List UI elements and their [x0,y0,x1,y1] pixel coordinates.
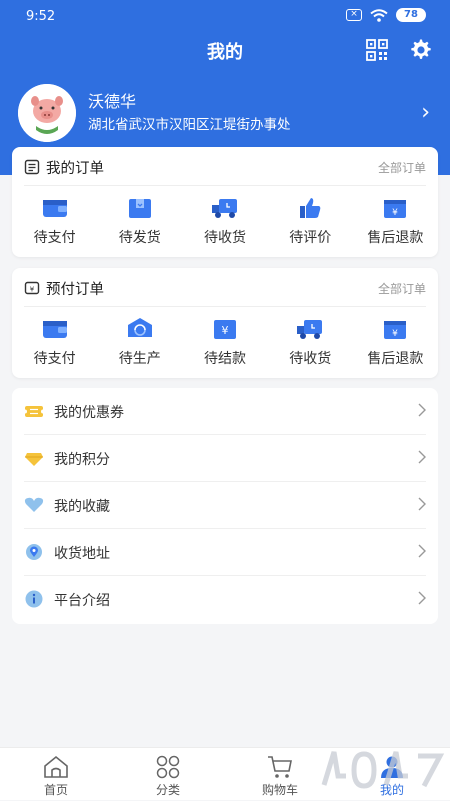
my-orders-header: 我的订单 全部订单 [12,147,438,187]
prepaid-pending-receipt[interactable]: 待收货 [268,314,353,368]
profile-name: 沃德华 [88,92,137,111]
menu-item-address[interactable]: 收货地址 [12,529,438,576]
status-bar: 9:52 × 78 [0,0,450,32]
prepaid-pending-production[interactable]: 待生产 [97,314,182,368]
thumb-up-icon [300,198,321,218]
pig-avatar-icon [18,84,76,142]
menu-item-platform-intro[interactable]: 平台介绍 [12,576,438,623]
menu-item-label: 我的优惠券 [54,405,124,421]
divider [24,306,426,307]
category-icon [156,755,180,779]
order-refund[interactable]: ¥ 售后退款 [353,193,438,247]
qrcode-icon[interactable] [366,39,388,61]
chevron-right-icon [418,403,426,417]
wifi-icon [370,8,388,22]
order-item-label: 待收货 [204,230,246,246]
prepaid-item-label: 待支付 [33,351,76,367]
production-icon [127,318,152,337]
menu-item-label: 收货地址 [54,546,110,562]
chevron-right-icon [418,591,426,605]
menu-item-label: 平台介绍 [54,593,110,609]
tab-label: 我的 [379,783,404,797]
wallet-icon [42,321,67,338]
order-pending-payment[interactable]: 待支付 [12,193,97,247]
menu-item-coupons[interactable]: 我的优惠券 [12,388,438,435]
all-prepaid-orders-link[interactable]: 全部订单 [378,280,426,297]
home-icon [44,755,68,778]
tab-mine[interactable]: 我的 [336,748,448,801]
points-diamond-icon [25,453,43,466]
svg-text:¥: ¥ [30,286,35,294]
my-orders-card: 我的订单 全部订单 待支付 待发货 待收货 待评价 ¥ 售后退款 [12,147,438,257]
avatar[interactable] [18,84,76,142]
my-orders-title: 我的订单 [46,161,104,177]
profile-section[interactable]: 沃德华 湖北省武汉市汉阳区江堤街办事处 › [0,80,450,142]
tab-label: 分类 [155,783,180,797]
coupon-icon [24,406,44,417]
bottom-tab-bar: 首页 分类 购物车 我的 [0,747,450,800]
order-pending-receipt[interactable]: 待收货 [182,193,267,247]
svg-text:¥: ¥ [222,324,229,337]
wallet-icon [42,200,67,217]
order-item-label: 售后退款 [367,230,424,246]
menu-item-favorites[interactable]: 我的收藏 [12,482,438,529]
chevron-right-icon [418,544,426,558]
divider [24,185,426,186]
tab-label: 购物车 [261,783,298,797]
prepaid-card-icon: ¥ [24,281,40,295]
refund-icon: ¥ [384,321,407,339]
location-icon [26,544,42,560]
refund-icon: ¥ [384,200,407,218]
prepaid-orders-card: ¥ 预付订单 全部订单 待支付 待生产 ¥ 待结款 待收货 ¥ 售后退款 [12,268,438,378]
cart-icon [268,756,292,778]
prepaid-orders-title: 预付订单 [46,282,104,298]
prepaid-item-label: 待结款 [204,351,246,367]
prepaid-item-label: 待生产 [118,351,161,367]
order-list-icon [24,159,40,175]
profile-address: 湖北省武汉市汉阳区江堤街办事处 [88,117,291,133]
prepaid-pending-payment[interactable]: 待支付 [12,314,97,368]
order-pending-shipment[interactable]: 待发货 [97,193,182,247]
gear-icon[interactable] [408,38,432,62]
order-item-label: 待支付 [33,230,76,246]
menu-list: 我的优惠券 我的积分 我的收藏 收货地址 平台介绍 [12,388,438,624]
heart-icon [24,497,44,512]
order-item-label: 待评价 [289,230,332,246]
settlement-icon: ¥ [214,320,236,339]
chevron-right-icon [418,497,426,511]
prepaid-pending-settlement[interactable]: ¥ 待结款 [182,314,267,368]
svg-text:¥: ¥ [393,329,399,339]
truck-icon [297,320,323,339]
user-icon [381,756,403,778]
prepaid-refund[interactable]: ¥ 售后退款 [353,314,438,368]
menu-item-points[interactable]: 我的积分 [12,435,438,482]
menu-item-label: 我的积分 [54,452,110,468]
order-item-label: 待发货 [118,230,161,246]
chevron-right-icon [418,450,426,464]
chevron-right-icon[interactable]: › [421,100,430,125]
title-bar: 我的 [0,30,450,70]
order-pending-review[interactable]: 待评价 [268,193,353,247]
status-time: 9:52 [26,9,56,24]
prepaid-orders-header: ¥ 预付订单 全部订单 [12,268,438,308]
prepaid-item-label: 待收货 [289,351,332,367]
tab-cart[interactable]: 购物车 [224,748,336,801]
truck-icon [212,199,237,218]
battery-indicator: 78 [396,8,426,22]
menu-item-label: 我的收藏 [54,499,110,515]
all-orders-link[interactable]: 全部订单 [378,159,426,176]
tab-category[interactable]: 分类 [112,748,224,801]
info-icon [25,590,43,608]
tab-home[interactable]: 首页 [0,748,112,801]
sim-x-icon: × [346,9,362,21]
prepaid-item-label: 售后退款 [367,351,424,367]
package-icon [128,199,151,218]
svg-text:¥: ¥ [393,208,399,218]
tab-label: 首页 [43,783,68,797]
